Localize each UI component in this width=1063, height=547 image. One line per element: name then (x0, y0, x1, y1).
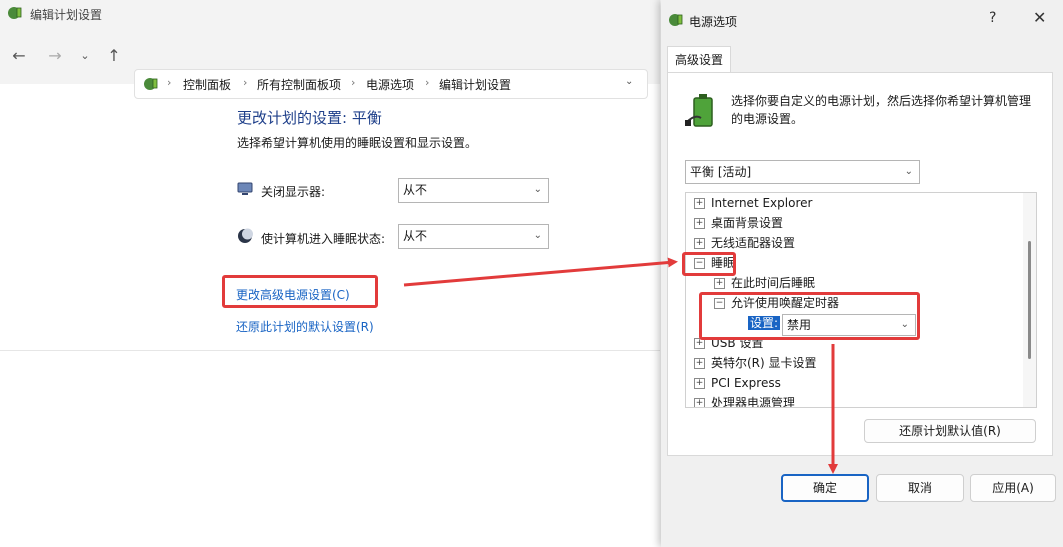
address-dropdown-icon[interactable]: ⌄ (625, 76, 633, 87)
ok-button[interactable]: 确定 (781, 474, 869, 502)
forward-icon[interactable]: → (44, 45, 66, 67)
help-icon[interactable]: ? (989, 10, 996, 26)
tab-advanced-settings[interactable]: 高级设置 (667, 46, 731, 73)
sleep-value: 从不 (403, 229, 428, 243)
tree-item-wireless[interactable]: + 无线适配器设置 (694, 233, 795, 253)
breadcrumb-separator-icon: › (243, 76, 248, 89)
expand-icon[interactable]: + (694, 238, 705, 249)
tree-item-label: 在此时间后睡眠 (731, 276, 816, 290)
expand-icon[interactable]: + (714, 278, 725, 289)
breadcrumb-separator-icon: › (425, 76, 430, 89)
sleep-label: 使计算机进入睡眠状态: (261, 232, 386, 246)
battery-plug-icon (685, 94, 713, 127)
moon-icon (238, 228, 253, 243)
tree-item-label: 桌面背景设置 (711, 216, 784, 230)
tree-scrollbar[interactable] (1023, 193, 1036, 407)
plan-select[interactable]: 平衡 [活动] ⌄ (685, 160, 920, 184)
display-off-select[interactable]: 从不 ⌄ (398, 178, 549, 203)
chevron-down-icon: ⌄ (533, 230, 542, 241)
address-row: ← → ⌄ ↑ › 控制面板 › 所有控制面板项 › 电源选项 › 编辑计划设置… (0, 28, 660, 99)
tree-item-processor[interactable]: + 处理器电源管理 (694, 393, 796, 408)
power-options-dialog: 电源选项 ? ✕ 高级设置 选择你要自定义的电源计划，然后选择你希望计算机管理的… (661, 0, 1063, 547)
breadcrumb-separator-icon: › (167, 76, 172, 89)
breadcrumb-all-items[interactable]: 所有控制面板项 (257, 76, 341, 93)
recent-locations-icon[interactable]: ⌄ (74, 45, 96, 67)
tree-item-intel-graphics[interactable]: + 英特尔(R) 显卡设置 (694, 353, 817, 373)
tree-item-desktop-bg[interactable]: + 桌面背景设置 (694, 213, 783, 233)
wake-timers-highlight (699, 292, 920, 340)
sleep-select[interactable]: 从不 ⌄ (398, 224, 549, 249)
dialog-title: 电源选项 (689, 15, 738, 29)
back-icon[interactable]: ← (8, 45, 30, 67)
expand-icon[interactable]: + (694, 358, 705, 369)
tree-item-label: 无线适配器设置 (711, 236, 796, 250)
power-options-icon (144, 78, 158, 90)
page-title: 更改计划的设置: 平衡 (237, 109, 382, 127)
chevron-down-icon: ⌄ (904, 166, 913, 177)
scrollbar-thumb[interactable] (1028, 241, 1031, 359)
sleep-highlight (682, 252, 736, 276)
address-bar[interactable]: › 控制面板 › 所有控制面板项 › 电源选项 › 编辑计划设置 ⌄ (134, 69, 648, 99)
display-off-label: 关闭显示器: (261, 185, 326, 199)
tree-item-label: 英特尔(R) 显卡设置 (711, 356, 817, 370)
cancel-button[interactable]: 取消 (876, 474, 964, 502)
up-icon[interactable]: ↑ (103, 45, 125, 67)
tree-item-sleep-after[interactable]: + 在此时间后睡眠 (714, 273, 815, 293)
window-titlebar: 编辑计划设置 (0, 0, 660, 28)
breadcrumb-edit-plan[interactable]: 编辑计划设置 (439, 76, 511, 93)
tree-item-label: PCI Express (711, 376, 781, 390)
restore-defaults-link[interactable]: 还原此计划的默认设置(R) (236, 318, 374, 335)
apply-button[interactable]: 应用(A) (970, 474, 1056, 502)
breadcrumb-separator-icon: › (351, 76, 356, 89)
dialog-titlebar: 电源选项 ? ✕ (661, 0, 1063, 42)
tree-item-pci-express[interactable]: + PCI Express (694, 373, 781, 393)
close-icon[interactable]: ✕ (1033, 8, 1046, 27)
expand-icon[interactable]: + (694, 198, 705, 209)
breadcrumb-control-panel[interactable]: 控制面板 (183, 76, 231, 93)
tree-item-ie[interactable]: + Internet Explorer (694, 193, 812, 213)
window-title: 编辑计划设置 (30, 8, 103, 22)
page-subtitle: 选择希望计算机使用的睡眠设置和显示设置。 (237, 136, 478, 150)
restore-plan-defaults-button[interactable]: 还原计划默认值(R) (864, 419, 1036, 443)
display-off-value: 从不 (403, 183, 428, 197)
chevron-down-icon: ⌄ (533, 184, 542, 195)
expand-icon[interactable]: + (694, 218, 705, 229)
plan-value: 平衡 [活动] (690, 165, 752, 179)
power-options-icon (8, 7, 22, 19)
divider (0, 350, 660, 351)
tree-item-label: Internet Explorer (711, 196, 813, 210)
advanced-power-settings-link[interactable]: 更改高级电源设置(C) (236, 286, 350, 303)
expand-icon[interactable]: + (694, 378, 705, 389)
power-options-icon (669, 14, 683, 26)
monitor-icon (237, 182, 253, 195)
breadcrumb-power-options[interactable]: 电源选项 (366, 76, 414, 93)
tree-item-label: 处理器电源管理 (711, 396, 796, 408)
dialog-description: 选择你要自定义的电源计划，然后选择你希望计算机管理的电源设置。 (731, 94, 1032, 126)
expand-icon[interactable]: + (694, 398, 705, 407)
